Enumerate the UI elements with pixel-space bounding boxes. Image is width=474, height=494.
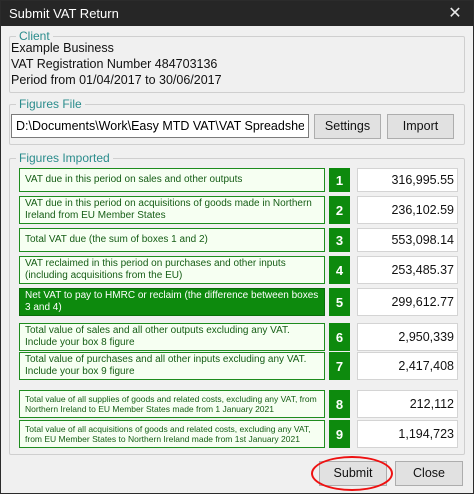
submit-vat-dialog: Submit VAT Return ✕ Client Example Busin…: [0, 0, 474, 494]
figures-file-path-input[interactable]: [11, 114, 309, 138]
title-bar: Submit VAT Return ✕: [1, 1, 473, 26]
vat-registration-number: VAT Registration Number 484703136: [11, 57, 218, 71]
submit-highlight-annotation: [311, 456, 393, 491]
box-7-number: 7: [329, 352, 350, 380]
box-5-value: 299,612.77: [357, 288, 458, 316]
box-8-number: 8: [329, 390, 350, 418]
window-title: Submit VAT Return: [9, 6, 119, 21]
box-7-value: 2,417,408: [357, 352, 458, 380]
box-4-value: 253,485.37: [357, 256, 458, 284]
box-6-label: Total value of sales and all other outpu…: [19, 323, 325, 351]
close-button[interactable]: Close: [395, 461, 463, 486]
box-5-label: Net VAT to pay to HMRC or reclaim (the d…: [19, 288, 325, 316]
box-4-label: VAT reclaimed in this period on purchase…: [19, 256, 325, 284]
box-6-value: 2,950,339: [357, 323, 458, 351]
period-range: Period from 01/04/2017 to 30/06/2017: [11, 73, 222, 87]
box-4-number: 4: [329, 256, 350, 284]
box-1-number: 1: [329, 168, 350, 192]
box-1-value: 316,995.55: [357, 168, 458, 192]
import-button[interactable]: Import: [387, 114, 454, 139]
box-3-value: 553,098.14: [357, 228, 458, 252]
client-name: Example Business: [11, 41, 114, 55]
figures-file-legend: Figures File: [19, 97, 82, 111]
close-button-label: Close: [413, 466, 445, 480]
box-3-number: 3: [329, 228, 350, 252]
settings-button[interactable]: Settings: [314, 114, 381, 139]
box-7-label: Total value of purchases and all other i…: [19, 352, 325, 380]
box-8-label: Total value of all supplies of goods and…: [19, 390, 325, 418]
figures-imported-legend: Figures Imported: [19, 151, 110, 165]
box-3-label: Total VAT due (the sum of boxes 1 and 2): [19, 228, 325, 252]
box-2-label: VAT due in this period on acquisitions o…: [19, 196, 325, 224]
import-button-label: Import: [402, 119, 439, 133]
close-icon[interactable]: ✕: [437, 1, 473, 26]
box-5-number: 5: [329, 288, 350, 316]
box-1-label: VAT due in this period on sales and othe…: [19, 168, 325, 192]
box-8-value: 212,112: [357, 390, 458, 418]
box-2-value: 236,102.59: [357, 196, 458, 224]
box-2-number: 2: [329, 196, 350, 224]
settings-button-label: Settings: [324, 119, 371, 133]
box-9-value: 1,194,723: [357, 420, 458, 448]
box-9-label: Total value of all acquisitions of goods…: [19, 420, 325, 448]
box-9-number: 9: [329, 420, 350, 448]
box-6-number: 6: [329, 323, 350, 351]
